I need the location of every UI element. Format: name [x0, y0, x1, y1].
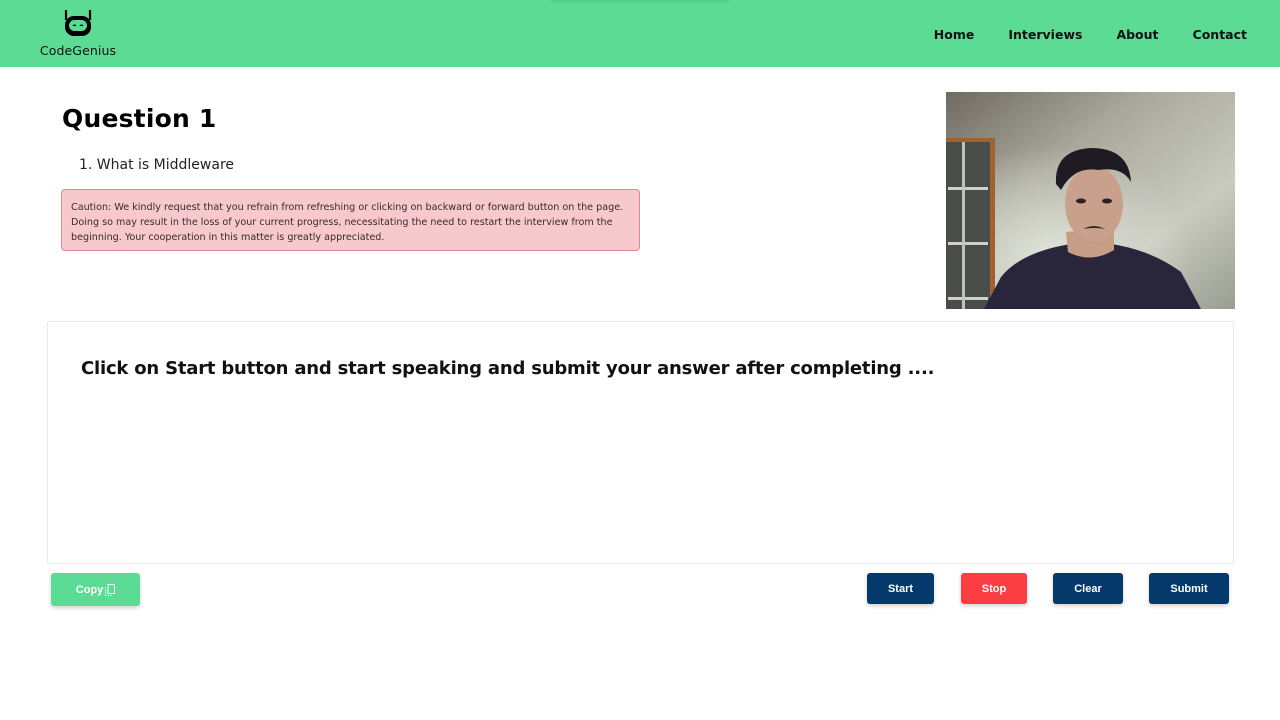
brand-name: CodeGenius	[39, 43, 117, 58]
nav-link-contact[interactable]: Contact	[1193, 27, 1247, 42]
stop-button[interactable]: Stop	[961, 573, 1027, 604]
start-button[interactable]: Start	[867, 573, 934, 604]
transcript-box: Click on Start button and start speaking…	[47, 321, 1234, 564]
caution-text: Caution: We kindly request that you refr…	[71, 202, 624, 243]
copy-button[interactable]: Copy	[51, 573, 140, 606]
navbar: CodeGenius Home Interviews About Contact	[0, 0, 1280, 67]
nav-link-interviews[interactable]: Interviews	[1008, 27, 1082, 42]
nav-links: Home Interviews About Contact	[900, 27, 1247, 42]
question-item: 1. What is Middleware	[79, 157, 235, 173]
webcam-image	[946, 92, 1235, 309]
nav-link-about[interactable]: About	[1116, 27, 1158, 42]
caution-alert: Caution: We kindly request that you refr…	[61, 189, 640, 251]
question-list: 1. What is Middleware	[79, 157, 234, 173]
webcam-feed	[946, 92, 1235, 309]
navbar-shadow	[550, 0, 730, 4]
copy-icon	[105, 583, 116, 596]
transcript-text: Click on Start button and start speaking…	[81, 358, 935, 379]
robot-icon	[64, 10, 92, 36]
submit-button[interactable]: Submit	[1149, 573, 1229, 604]
nav-link-home[interactable]: Home	[934, 27, 975, 42]
brand-link[interactable]: CodeGenius	[36, 8, 120, 58]
clear-button[interactable]: Clear	[1053, 573, 1123, 604]
question-title: Question 1	[62, 104, 217, 133]
copy-button-label: Copy	[75, 583, 104, 596]
